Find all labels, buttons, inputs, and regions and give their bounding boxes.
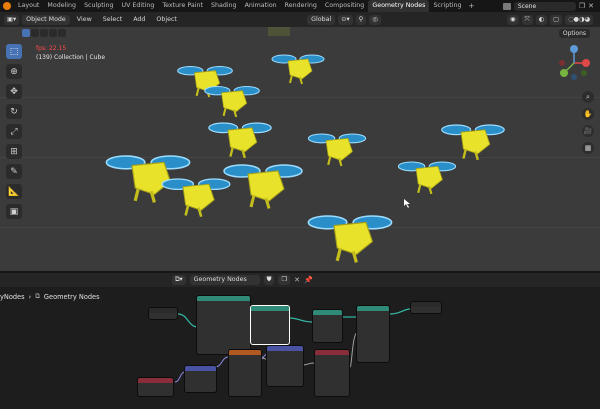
noise-texture-node[interactable] [228,349,262,397]
scene-name-field[interactable]: Scene [513,1,576,11]
add-workspace-icon[interactable]: + [465,2,477,10]
tab-sculpting[interactable]: Sculpting [80,0,117,12]
vector-node[interactable] [184,365,217,393]
proportional-edit-icon[interactable]: ◎ [369,14,381,25]
math-node[interactable] [137,377,174,397]
tab-texture-paint[interactable]: Texture Paint [158,0,207,12]
tab-rendering[interactable]: Rendering [281,0,321,12]
node-editor[interactable]: yNodes › ⧉ Geometry Nodes [0,287,600,409]
copy-icon[interactable]: ❐ [579,2,585,10]
pin-icon[interactable]: 📌 [304,276,313,284]
tab-animation[interactable]: Animation [241,0,281,12]
tab-geometry-nodes[interactable]: Geometry Nodes [368,0,430,12]
snap-icon[interactable]: ⚲ [355,14,367,25]
gizmo-icon[interactable]: ⤧ [521,14,533,25]
group-input-node[interactable] [148,307,178,320]
drone [160,177,232,218]
selected-node[interactable] [250,305,290,345]
node-tree-icon[interactable]: ⧉▾ [172,275,186,285]
tab-compositing[interactable]: Compositing [321,0,368,12]
viewport-header: ▣▾ Object Mode View Select Add Object Gl… [0,12,600,27]
copy-tree-icon[interactable]: ❐ [278,275,291,285]
menu-select[interactable]: Select [99,16,126,23]
drone [397,160,457,195]
tab-scripting[interactable]: Scripting [429,0,465,12]
tab-modeling[interactable]: Modeling [43,0,80,12]
close-icon[interactable]: ✕ [588,2,594,10]
overlay-icon[interactable]: ◐ [535,14,548,25]
scene-icon[interactable] [502,2,511,10]
drone [203,85,261,118]
drone [440,123,506,162]
mouse-cursor-icon [404,199,410,208]
scene-selector: Scene ❐ ✕ [502,0,600,12]
drone [222,163,304,210]
drone [207,121,273,160]
drone [307,132,367,167]
orientation-dropdown[interactable]: Global [307,14,336,25]
xray-icon[interactable]: ▢ [550,14,563,25]
tab-shading[interactable]: Shading [207,0,241,12]
3d-viewport[interactable]: ⬚ ⊕ ✥ ↻ ⤢ ⊞ ✎ 📐 ▣ fps: 22.15 (139) Colle… [0,27,600,271]
transform-node[interactable] [312,309,343,343]
node-tree-selector[interactable]: Geometry Nodes [189,275,260,285]
editor-type-icon[interactable]: ▣▾ [4,14,20,25]
menu-object[interactable]: Object [152,16,181,23]
close-tree-icon[interactable]: ✕ [294,276,300,284]
drone [271,54,325,85]
instance-on-points-node[interactable] [196,295,251,355]
set-position-node[interactable] [356,305,390,363]
pivot-icon[interactable]: ⊙▾ [338,14,353,25]
blender-logo-icon[interactable] [3,2,11,10]
vector-math-node[interactable] [314,349,350,397]
tab-layout[interactable]: Layout [14,0,43,12]
menu-view[interactable]: View [73,16,96,23]
drone-swarm [104,27,506,264]
fake-user-icon[interactable]: ⛊ [263,275,275,285]
mode-dropdown[interactable]: Object Mode [22,14,70,25]
group-output-node[interactable] [410,301,442,314]
drone-partial [268,27,290,36]
shading-modes[interactable]: ◌●◑◕ [565,14,594,25]
menu-add[interactable]: Add [129,16,149,23]
drone [306,214,394,264]
node-editor-header: ⧉▾ Geometry Nodes ⛊ ❐ ✕ 📌 [0,273,600,287]
combine-xyz-node[interactable] [266,345,304,387]
tab-uv-editing[interactable]: UV Editing [117,0,158,12]
visibility-icon[interactable]: ◉ [507,14,519,25]
workspace-bar: Layout Modeling Sculpting UV Editing Tex… [0,0,600,12]
